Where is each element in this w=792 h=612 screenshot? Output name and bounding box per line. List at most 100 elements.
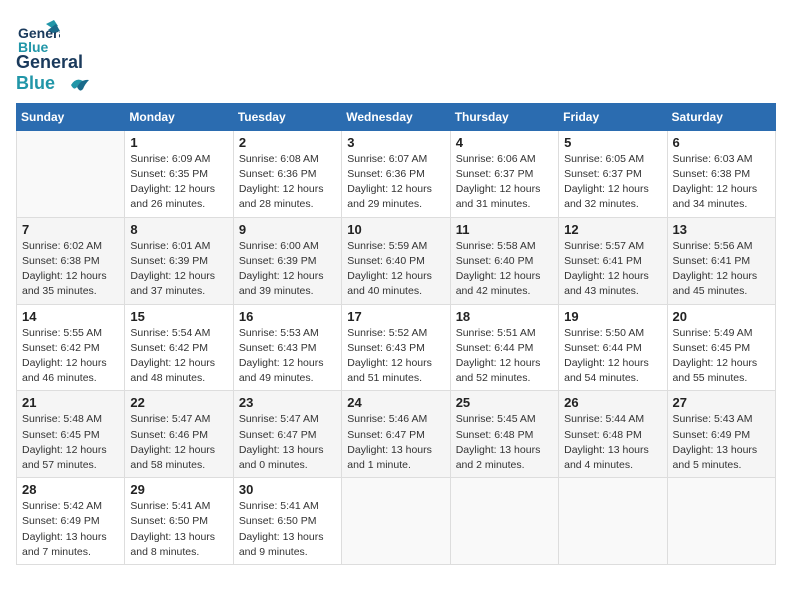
- calendar-cell: 4 Sunrise: 6:06 AMSunset: 6:37 PMDaylight…: [450, 130, 558, 217]
- calendar-cell: 16 Sunrise: 5:53 AMSunset: 6:43 PMDayligh…: [233, 304, 341, 391]
- calendar-cell: 17 Sunrise: 5:52 AMSunset: 6:43 PMDayligh…: [342, 304, 450, 391]
- calendar-week-5: 28 Sunrise: 5:42 AMSunset: 6:49 PMDayligh…: [17, 478, 776, 565]
- weekday-header-monday: Monday: [125, 103, 233, 130]
- calendar-cell: 23 Sunrise: 5:47 AMSunset: 6:47 PMDayligh…: [233, 391, 341, 478]
- calendar-cell: 21 Sunrise: 5:48 AMSunset: 6:45 PMDayligh…: [17, 391, 125, 478]
- calendar-cell: [450, 478, 558, 565]
- day-info: Sunrise: 5:47 AMSunset: 6:47 PMDaylight:…: [239, 412, 336, 473]
- day-info: Sunrise: 5:42 AMSunset: 6:49 PMDaylight:…: [22, 499, 119, 560]
- calendar-cell: 3Sunrise: 6:07 AMSunset: 6:36 PMDaylight…: [342, 130, 450, 217]
- day-number: 27: [673, 395, 770, 410]
- day-number: 12: [564, 222, 661, 237]
- calendar-cell: 19Sunrise: 5:50 AMSunset: 6:44 PMDayligh…: [559, 304, 667, 391]
- calendar-week-3: 14 Sunrise: 5:55 AMSunset: 6:42 PMDayligh…: [17, 304, 776, 391]
- calendar-cell: 13 Sunrise: 5:56 AMSunset: 6:41 PMDayligh…: [667, 217, 775, 304]
- day-number: 22: [130, 395, 227, 410]
- calendar-cell: [342, 478, 450, 565]
- calendar-cell: 20 Sunrise: 5:49 AMSunset: 6:45 PMDayligh…: [667, 304, 775, 391]
- calendar-cell: 25 Sunrise: 5:45 AMSunset: 6:48 PMDayligh…: [450, 391, 558, 478]
- day-number: 4: [456, 135, 553, 150]
- calendar-cell: 30 Sunrise: 5:41 AMSunset: 6:50 PMDayligh…: [233, 478, 341, 565]
- calendar-week-2: 7 Sunrise: 6:02 AMSunset: 6:38 PMDaylight…: [17, 217, 776, 304]
- day-info: Sunrise: 5:56 AMSunset: 6:41 PMDaylight:…: [673, 239, 770, 300]
- calendar-cell: [559, 478, 667, 565]
- calendar-cell: 29 Sunrise: 5:41 AMSunset: 6:50 PMDayligh…: [125, 478, 233, 565]
- day-number: 1: [130, 135, 227, 150]
- day-info: Sunrise: 6:01 AMSunset: 6:39 PMDaylight:…: [130, 239, 227, 300]
- day-number: 9: [239, 222, 336, 237]
- day-number: 25: [456, 395, 553, 410]
- day-number: 19: [564, 309, 661, 324]
- calendar-cell: 5Sunrise: 6:05 AMSunset: 6:37 PMDaylight…: [559, 130, 667, 217]
- day-info: Sunrise: 5:47 AMSunset: 6:46 PMDaylight:…: [130, 412, 227, 473]
- day-number: 11: [456, 222, 553, 237]
- calendar-cell: 26Sunrise: 5:44 AMSunset: 6:48 PMDayligh…: [559, 391, 667, 478]
- day-number: 28: [22, 482, 119, 497]
- calendar-cell: 14 Sunrise: 5:55 AMSunset: 6:42 PMDayligh…: [17, 304, 125, 391]
- day-number: 21: [22, 395, 119, 410]
- day-info: Sunrise: 5:48 AMSunset: 6:45 PMDaylight:…: [22, 412, 119, 473]
- logo-text-blue: Blue: [16, 73, 55, 93]
- day-number: 15: [130, 309, 227, 324]
- calendar-cell: 18 Sunrise: 5:51 AMSunset: 6:44 PMDayligh…: [450, 304, 558, 391]
- day-info: Sunrise: 6:06 AMSunset: 6:37 PMDaylight:…: [456, 152, 553, 213]
- day-number: 16: [239, 309, 336, 324]
- weekday-header-tuesday: Tuesday: [233, 103, 341, 130]
- calendar-cell: 2 Sunrise: 6:08 AMSunset: 6:36 PMDaylight…: [233, 130, 341, 217]
- weekday-header-wednesday: Wednesday: [342, 103, 450, 130]
- weekday-header-saturday: Saturday: [667, 103, 775, 130]
- weekday-header-friday: Friday: [559, 103, 667, 130]
- day-number: 8: [130, 222, 227, 237]
- calendar-cell: 8 Sunrise: 6:01 AMSunset: 6:39 PMDaylight…: [125, 217, 233, 304]
- day-info: Sunrise: 5:59 AMSunset: 6:40 PMDaylight:…: [347, 239, 444, 300]
- day-number: 13: [673, 222, 770, 237]
- day-info: Sunrise: 5:44 AMSunset: 6:48 PMDaylight:…: [564, 412, 661, 473]
- weekday-header-sunday: Sunday: [17, 103, 125, 130]
- calendar-cell: 22 Sunrise: 5:47 AMSunset: 6:46 PMDayligh…: [125, 391, 233, 478]
- day-info: Sunrise: 5:46 AMSunset: 6:47 PMDaylight:…: [347, 412, 444, 473]
- calendar-cell: 9Sunrise: 6:00 AMSunset: 6:39 PMDaylight…: [233, 217, 341, 304]
- day-info: Sunrise: 5:41 AMSunset: 6:50 PMDaylight:…: [130, 499, 227, 560]
- svg-text:Blue: Blue: [18, 39, 49, 55]
- calendar-cell: [667, 478, 775, 565]
- calendar-cell: 27Sunrise: 5:43 AMSunset: 6:49 PMDayligh…: [667, 391, 775, 478]
- day-info: Sunrise: 6:07 AMSunset: 6:36 PMDaylight:…: [347, 152, 444, 213]
- day-info: Sunrise: 5:41 AMSunset: 6:50 PMDaylight:…: [239, 499, 336, 560]
- calendar-cell: 1 Sunrise: 6:09 AMSunset: 6:35 PMDaylight…: [125, 130, 233, 217]
- day-number: 14: [22, 309, 119, 324]
- day-info: Sunrise: 5:49 AMSunset: 6:45 PMDaylight:…: [673, 326, 770, 387]
- day-number: 18: [456, 309, 553, 324]
- day-info: Sunrise: 5:55 AMSunset: 6:42 PMDaylight:…: [22, 326, 119, 387]
- day-number: 17: [347, 309, 444, 324]
- day-number: 29: [130, 482, 227, 497]
- day-number: 23: [239, 395, 336, 410]
- day-info: Sunrise: 5:51 AMSunset: 6:44 PMDaylight:…: [456, 326, 553, 387]
- day-info: Sunrise: 6:02 AMSunset: 6:38 PMDaylight:…: [22, 239, 119, 300]
- day-number: 6: [673, 135, 770, 150]
- day-number: 20: [673, 309, 770, 324]
- day-number: 7: [22, 222, 119, 237]
- logo: General Blue General Blue: [16, 16, 91, 95]
- calendar-table: SundayMondayTuesdayWednesdayThursdayFrid…: [16, 103, 776, 565]
- day-info: Sunrise: 5:53 AMSunset: 6:43 PMDaylight:…: [239, 326, 336, 387]
- calendar-cell: 11Sunrise: 5:58 AMSunset: 6:40 PMDayligh…: [450, 217, 558, 304]
- day-info: Sunrise: 6:05 AMSunset: 6:37 PMDaylight:…: [564, 152, 661, 213]
- day-info: Sunrise: 5:45 AMSunset: 6:48 PMDaylight:…: [456, 412, 553, 473]
- weekday-header-thursday: Thursday: [450, 103, 558, 130]
- day-info: Sunrise: 5:57 AMSunset: 6:41 PMDaylight:…: [564, 239, 661, 300]
- calendar-week-1: 1 Sunrise: 6:09 AMSunset: 6:35 PMDaylight…: [17, 130, 776, 217]
- day-number: 2: [239, 135, 336, 150]
- day-info: Sunrise: 5:52 AMSunset: 6:43 PMDaylight:…: [347, 326, 444, 387]
- day-number: 30: [239, 482, 336, 497]
- calendar-cell: 7 Sunrise: 6:02 AMSunset: 6:38 PMDaylight…: [17, 217, 125, 304]
- day-info: Sunrise: 6:09 AMSunset: 6:35 PMDaylight:…: [130, 152, 227, 213]
- calendar-cell: 10Sunrise: 5:59 AMSunset: 6:40 PMDayligh…: [342, 217, 450, 304]
- calendar-cell: 6Sunrise: 6:03 AMSunset: 6:38 PMDaylight…: [667, 130, 775, 217]
- logo-icon: General Blue: [16, 16, 60, 60]
- calendar-cell: 12 Sunrise: 5:57 AMSunset: 6:41 PMDayligh…: [559, 217, 667, 304]
- calendar-cell: 24Sunrise: 5:46 AMSunset: 6:47 PMDayligh…: [342, 391, 450, 478]
- day-info: Sunrise: 6:08 AMSunset: 6:36 PMDaylight:…: [239, 152, 336, 213]
- calendar-week-4: 21 Sunrise: 5:48 AMSunset: 6:45 PMDayligh…: [17, 391, 776, 478]
- calendar-cell: [17, 130, 125, 217]
- calendar-cell: 15Sunrise: 5:54 AMSunset: 6:42 PMDayligh…: [125, 304, 233, 391]
